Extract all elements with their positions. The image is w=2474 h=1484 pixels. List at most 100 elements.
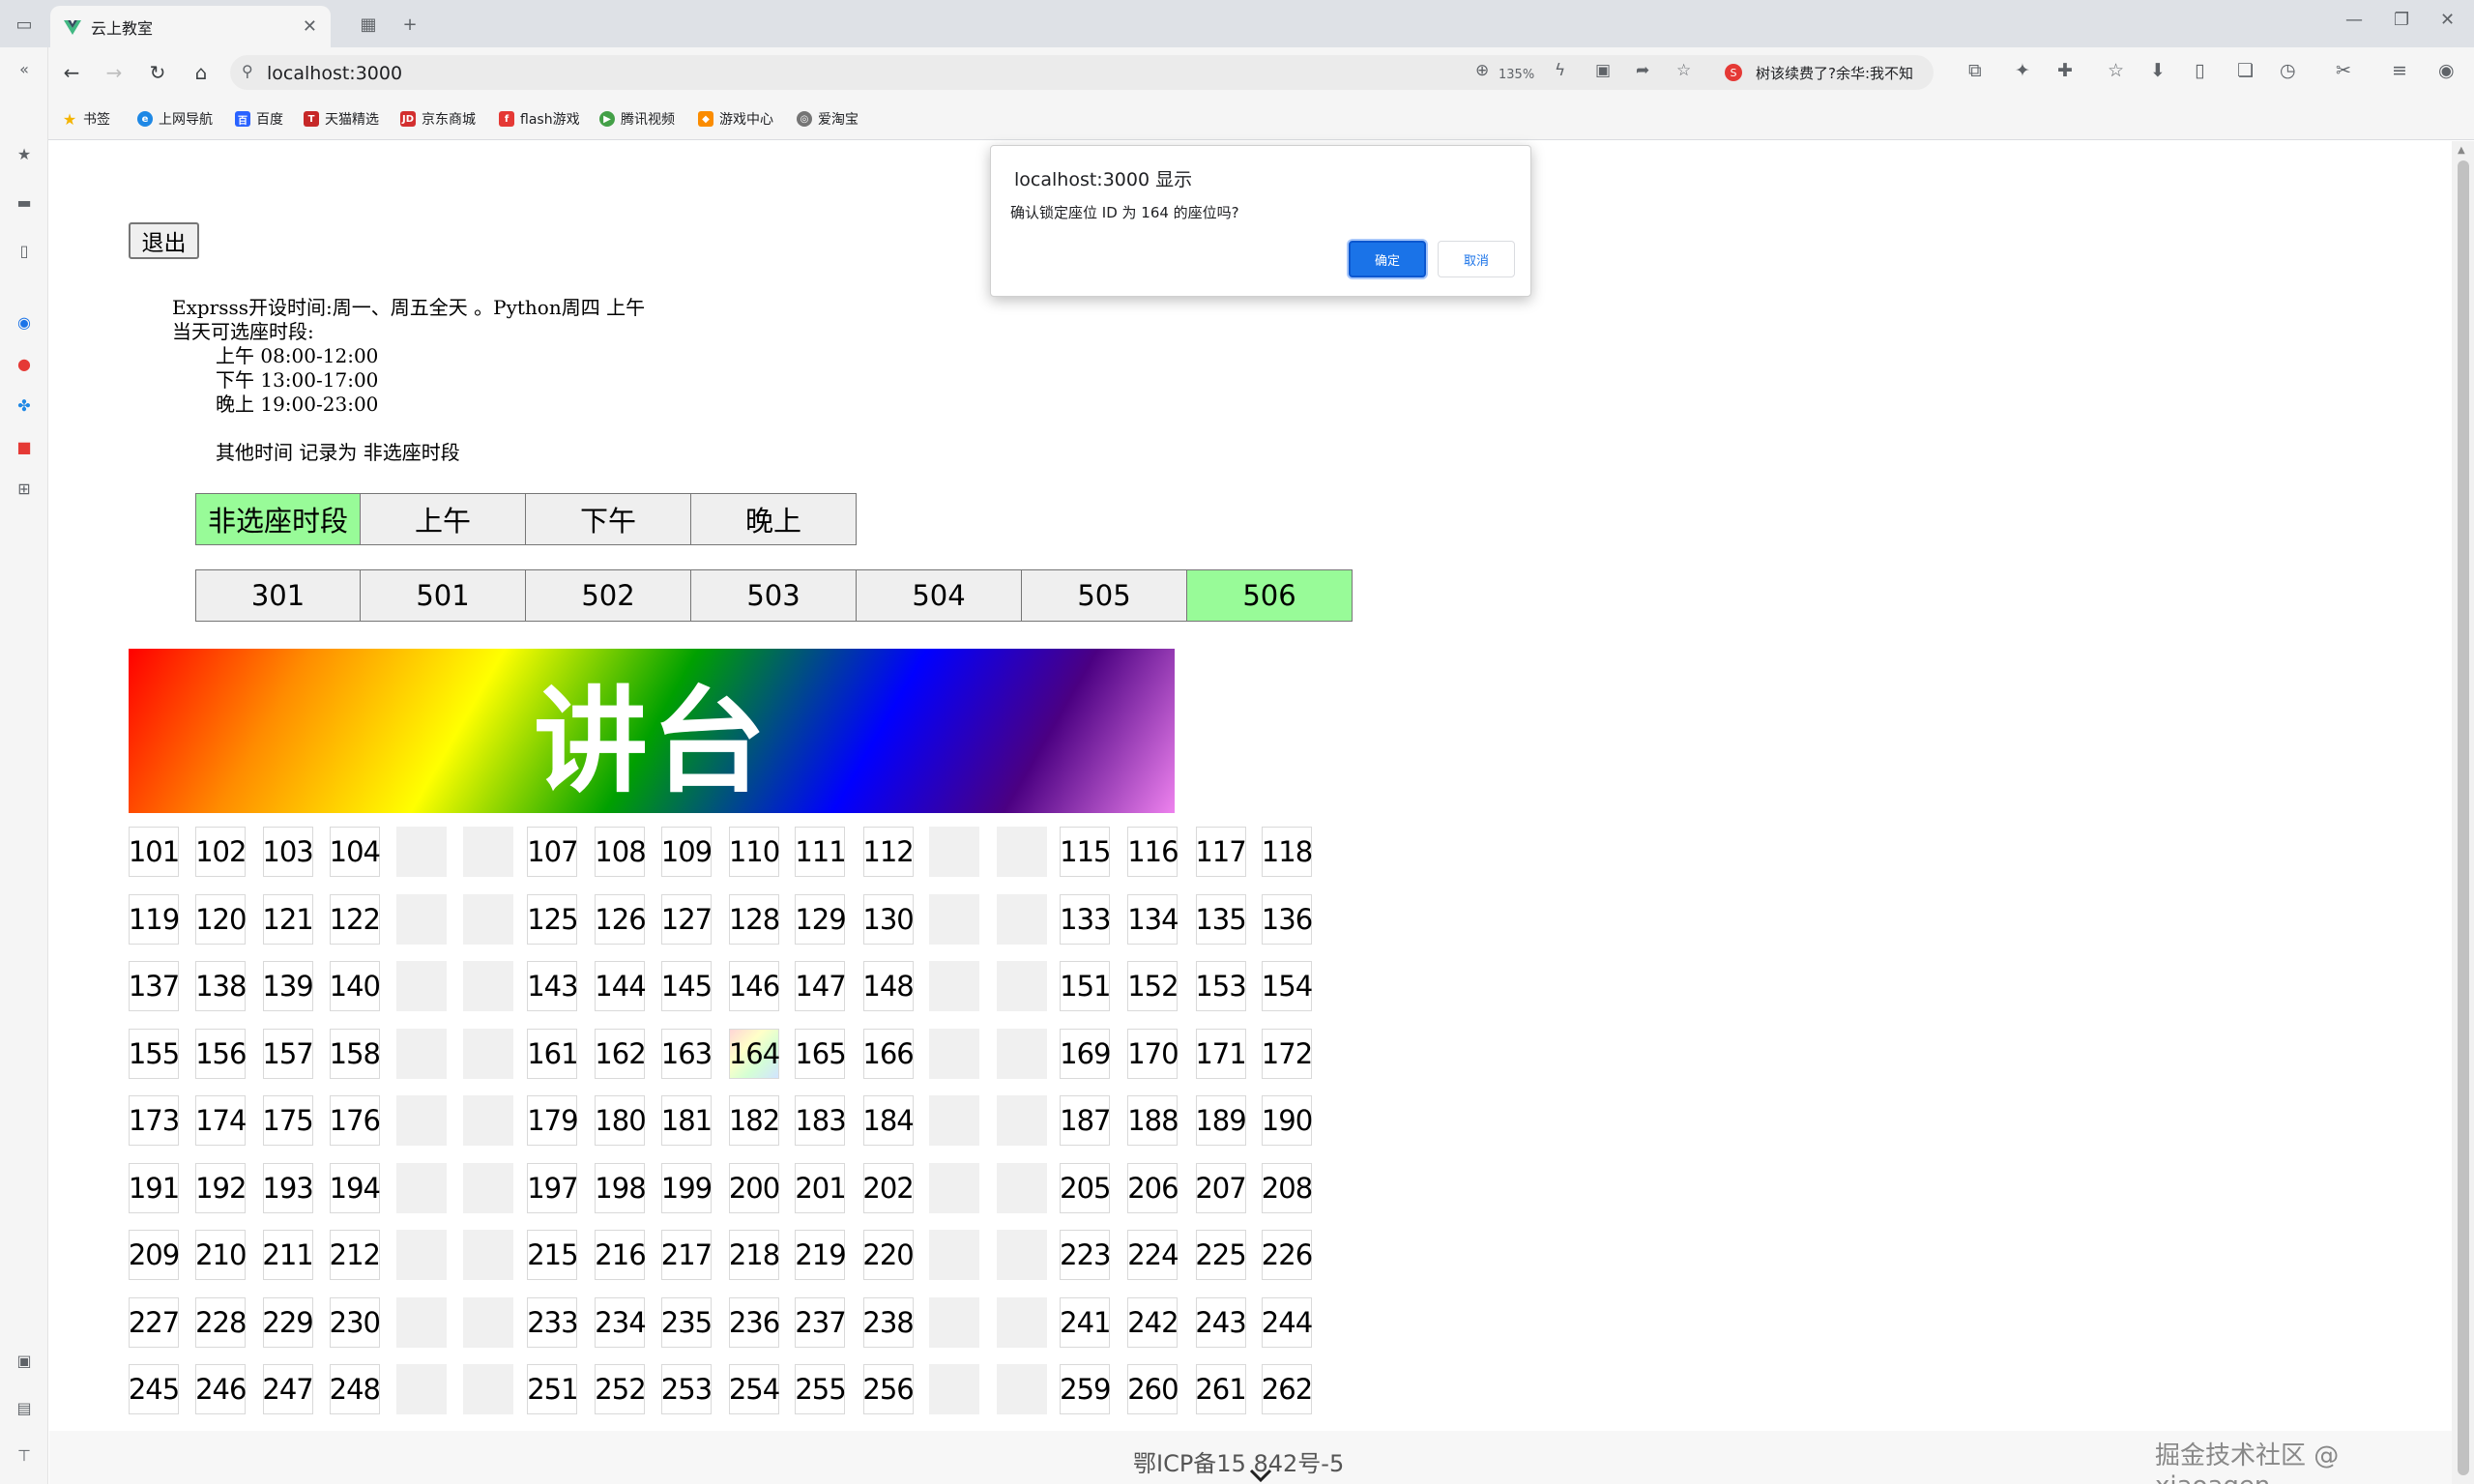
share-icon[interactable]: ➦	[1636, 61, 1649, 80]
seat[interactable]: 262	[1262, 1364, 1313, 1414]
star-icon[interactable]: ★	[13, 142, 36, 165]
menu-icon[interactable]: ≡	[2392, 60, 2407, 81]
seat[interactable]: 133	[1060, 893, 1112, 945]
seat[interactable]: 197	[527, 1162, 579, 1213]
seat[interactable]: 147	[795, 961, 847, 1011]
seat[interactable]: 151	[1060, 961, 1112, 1011]
seat[interactable]: 112	[862, 827, 915, 877]
seat[interactable]: 208	[1262, 1162, 1313, 1213]
seat[interactable]: 223	[1060, 1230, 1112, 1280]
new-tab-icon[interactable]: +	[397, 12, 422, 37]
seat[interactable]: 135	[1195, 893, 1247, 945]
cancel-button[interactable]: 取消	[1438, 241, 1515, 277]
download-icon[interactable]: ⬇	[2150, 60, 2166, 81]
seat[interactable]: 193	[262, 1162, 314, 1213]
lightning-icon[interactable]: ϟ	[1555, 61, 1565, 80]
seat[interactable]: 172	[1262, 1028, 1313, 1079]
seat[interactable]: 116	[1127, 827, 1179, 877]
seat[interactable]: 211	[262, 1230, 314, 1280]
icp-license[interactable]: 鄂ICP备15 842号-5	[1133, 1444, 1344, 1478]
seat[interactable]: 255	[795, 1364, 847, 1414]
seat[interactable]: 127	[661, 893, 713, 945]
seat[interactable]: 110	[729, 827, 780, 877]
seat[interactable]: 212	[330, 1230, 381, 1280]
seat[interactable]: 251	[527, 1364, 579, 1414]
seat[interactable]: 161	[527, 1028, 579, 1079]
seat[interactable]: 243	[1195, 1296, 1247, 1348]
seat[interactable]: 162	[595, 1028, 647, 1079]
seat[interactable]: 157	[262, 1028, 314, 1079]
seat[interactable]: 218	[729, 1230, 780, 1280]
seat[interactable]: 248	[330, 1364, 381, 1414]
seat[interactable]: 130	[862, 893, 915, 945]
room-button-506[interactable]: 506	[1187, 569, 1353, 622]
seat[interactable]: 198	[595, 1162, 647, 1213]
room-button-505[interactable]: 505	[1022, 569, 1187, 622]
history-icon[interactable]: ◷	[2280, 60, 2296, 81]
seat[interactable]: 169	[1060, 1028, 1112, 1079]
seat[interactable]: 119	[129, 893, 180, 945]
seat[interactable]: 152	[1127, 961, 1179, 1011]
bookmark-item[interactable]: e 上网导航	[137, 109, 213, 129]
bookmark-item[interactable]: ▶ 腾讯视频	[599, 109, 675, 129]
seat[interactable]: 144	[595, 961, 647, 1011]
seat[interactable]: 187	[1060, 1095, 1112, 1146]
seat[interactable]: 228	[195, 1296, 247, 1348]
paw-icon[interactable]: ✤	[13, 393, 36, 417]
restore-icon[interactable]: ❐	[2394, 10, 2409, 30]
address-bar[interactable]: ⚲ localhost:3000 ⊕ 135% ϟ ▣ ➦ ☆ S 树该续费了?…	[230, 55, 1934, 90]
bookmark-star-icon[interactable]: ☆	[1676, 61, 1691, 80]
seat[interactable]: 108	[595, 827, 647, 877]
seat[interactable]: 139	[262, 961, 314, 1011]
seat[interactable]: 205	[1060, 1162, 1112, 1213]
bookmark-item[interactable]: T 天猫精选	[304, 109, 379, 129]
time-slot-button-晚上[interactable]: 晚上	[691, 493, 857, 545]
seat[interactable]: 129	[795, 893, 847, 945]
seat[interactable]: 134	[1127, 893, 1179, 945]
bookmark-item[interactable]: f flash游戏	[499, 109, 580, 129]
seat[interactable]: 155	[129, 1028, 180, 1079]
bookmark-item[interactable]: ★ 书签	[62, 109, 110, 129]
seat[interactable]: 136	[1262, 893, 1313, 945]
sidebar-toggle-icon[interactable]: ▭	[12, 12, 37, 37]
seat[interactable]: 128	[729, 893, 780, 945]
phone-icon[interactable]: ▯	[2195, 60, 2204, 81]
seat[interactable]: 225	[1195, 1230, 1247, 1280]
seat[interactable]: 181	[661, 1095, 713, 1146]
seat[interactable]: 219	[795, 1230, 847, 1280]
forward-icon[interactable]: →	[101, 59, 128, 86]
seat[interactable]: 146	[729, 961, 780, 1011]
zoom-icon[interactable]: ⊕	[1475, 61, 1489, 80]
seat[interactable]: 103	[262, 827, 314, 877]
seat[interactable]: 140	[330, 961, 381, 1011]
seat[interactable]: 194	[330, 1162, 381, 1213]
news-chip[interactable]: S 树该续费了?余华:我不知	[1725, 61, 1913, 84]
seat[interactable]: 224	[1127, 1230, 1179, 1280]
seat[interactable]: 216	[595, 1230, 647, 1280]
seat[interactable]: 210	[195, 1230, 247, 1280]
seat[interactable]: 170	[1127, 1028, 1179, 1079]
logout-button[interactable]: 退出	[129, 222, 199, 259]
seat[interactable]: 182	[729, 1095, 780, 1146]
seat[interactable]: 107	[527, 827, 579, 877]
seat[interactable]: 229	[262, 1296, 314, 1348]
room-button-501[interactable]: 501	[361, 569, 526, 622]
room-button-504[interactable]: 504	[857, 569, 1022, 622]
seat[interactable]: 206	[1127, 1162, 1179, 1213]
confirm-button[interactable]: 确定	[1349, 241, 1426, 277]
seat[interactable]: 137	[129, 961, 180, 1011]
seat[interactable]: 259	[1060, 1364, 1112, 1414]
seat[interactable]: 125	[527, 893, 579, 945]
seat[interactable]: 183	[795, 1095, 847, 1146]
seat[interactable]: 118	[1262, 827, 1313, 877]
screenshot-icon[interactable]: ✂	[2336, 60, 2351, 81]
tab-active[interactable]: 云上教室 ✕	[50, 6, 331, 47]
seat[interactable]: 153	[1195, 961, 1247, 1011]
seat[interactable]: 176	[330, 1095, 381, 1146]
seat[interactable]: 171	[1195, 1028, 1247, 1079]
seat[interactable]: 233	[527, 1296, 579, 1348]
profile-icon[interactable]: ◉	[2438, 60, 2455, 81]
room-button-503[interactable]: 503	[691, 569, 857, 622]
color-app-icon[interactable]: ●	[13, 352, 36, 375]
seat[interactable]: 209	[129, 1230, 180, 1280]
